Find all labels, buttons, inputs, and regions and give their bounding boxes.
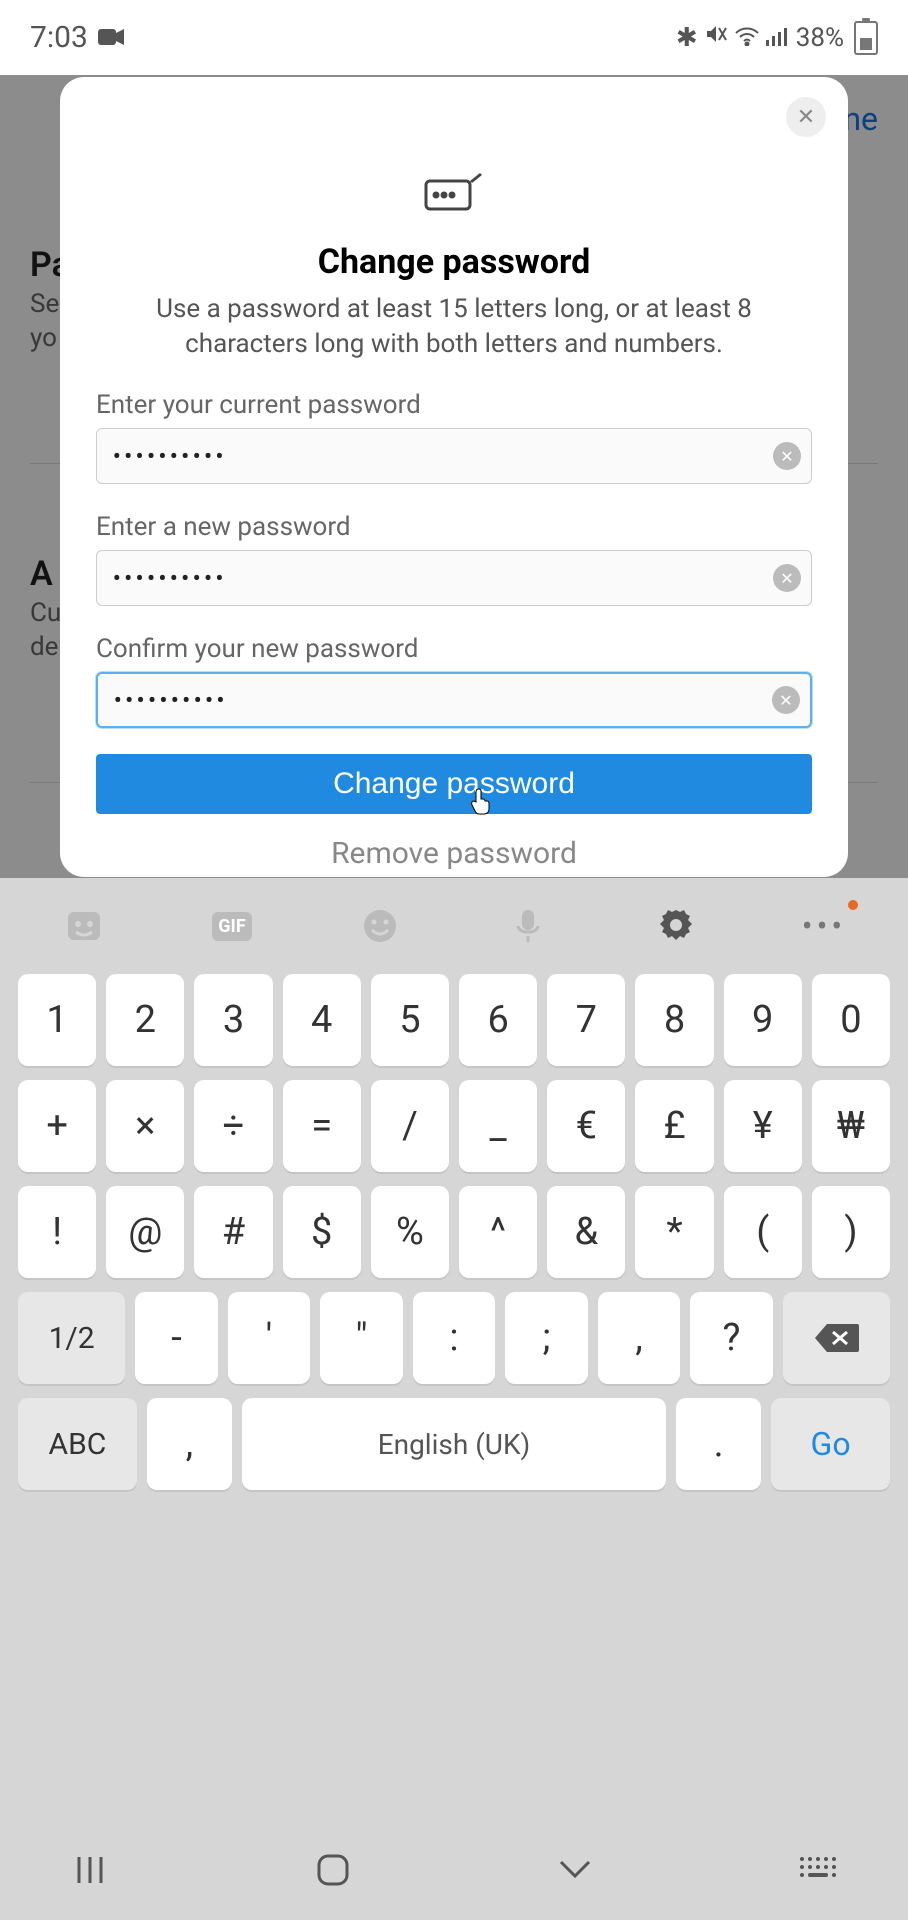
battery-percent: 38% bbox=[796, 23, 844, 53]
mute-icon bbox=[704, 22, 728, 53]
key-6[interactable]: 6 bbox=[459, 974, 537, 1066]
key-equals[interactable]: = bbox=[283, 1080, 361, 1172]
keyboard-row-1: 1 2 3 4 5 6 7 8 9 0 bbox=[18, 974, 890, 1066]
recent-apps-button[interactable] bbox=[60, 1840, 120, 1900]
home-button[interactable] bbox=[303, 1840, 363, 1900]
keyboard-switch-icon[interactable] bbox=[788, 1840, 848, 1900]
key-percent[interactable]: % bbox=[371, 1186, 449, 1278]
confirm-password-field[interactable]: •••••••••• ✕ bbox=[96, 672, 812, 728]
gif-icon[interactable]: GIF bbox=[202, 896, 262, 956]
current-password-value: •••••••••• bbox=[113, 444, 227, 468]
system-nav-bar bbox=[0, 1820, 908, 1920]
keyboard-row-5: ABC , English (UK) . Go bbox=[18, 1398, 890, 1490]
clear-input-icon[interactable]: ✕ bbox=[772, 686, 800, 714]
change-password-button[interactable]: Change password bbox=[96, 754, 812, 814]
more-icon[interactable]: ••• bbox=[794, 896, 854, 956]
key-abc[interactable]: ABC bbox=[18, 1398, 137, 1490]
key-1[interactable]: 1 bbox=[18, 974, 96, 1066]
keyboard-row-4: 1/2 - ' " : ; , ? bbox=[18, 1292, 890, 1384]
confirm-password-value: •••••••••• bbox=[114, 688, 228, 712]
key-underscore[interactable]: _ bbox=[459, 1080, 537, 1172]
key-dash[interactable]: - bbox=[135, 1292, 218, 1384]
key-2[interactable]: 2 bbox=[106, 974, 184, 1066]
key-plus[interactable]: + bbox=[18, 1080, 96, 1172]
change-password-modal: ✕ Change password Use a password at leas… bbox=[60, 77, 848, 877]
wifi-icon bbox=[734, 23, 760, 53]
back-button[interactable] bbox=[545, 1840, 605, 1900]
on-screen-keyboard: GIF ••• 1 2 3 4 5 6 7 8 9 0 + × bbox=[0, 878, 908, 1920]
video-recording-icon bbox=[98, 20, 126, 55]
new-password-value: •••••••••• bbox=[113, 566, 227, 590]
key-divide[interactable]: ÷ bbox=[194, 1080, 272, 1172]
current-password-field[interactable]: •••••••••• ✕ bbox=[96, 428, 812, 484]
gear-icon[interactable] bbox=[646, 896, 706, 956]
key-star[interactable]: * bbox=[635, 1186, 713, 1278]
key-rparen[interactable]: ) bbox=[812, 1186, 890, 1278]
key-go[interactable]: Go bbox=[771, 1398, 890, 1490]
status-bar: 7:03 ✱ 38% bbox=[0, 0, 908, 75]
close-icon[interactable]: ✕ bbox=[786, 97, 826, 137]
key-apostrophe[interactable]: ' bbox=[228, 1292, 311, 1384]
key-space[interactable]: English (UK) bbox=[242, 1398, 666, 1490]
clear-input-icon[interactable]: ✕ bbox=[773, 564, 801, 592]
current-password-label: Enter your current password bbox=[96, 390, 812, 420]
key-won[interactable]: ₩ bbox=[812, 1080, 890, 1172]
keyboard-toolbar: GIF ••• bbox=[0, 878, 908, 974]
key-comma-sym[interactable]: , bbox=[598, 1292, 681, 1384]
key-lparen[interactable]: ( bbox=[724, 1186, 802, 1278]
status-time: 7:03 bbox=[30, 20, 88, 55]
key-colon[interactable]: : bbox=[413, 1292, 496, 1384]
key-4[interactable]: 4 bbox=[283, 974, 361, 1066]
key-exclaim[interactable]: ! bbox=[18, 1186, 96, 1278]
key-slash[interactable]: / bbox=[371, 1080, 449, 1172]
new-password-field[interactable]: •••••••••• ✕ bbox=[96, 550, 812, 606]
key-symbol-page[interactable]: 1/2 bbox=[18, 1292, 125, 1384]
change-password-button-label: Change password bbox=[333, 767, 575, 800]
emoji-icon[interactable] bbox=[350, 896, 410, 956]
key-dollar[interactable]: $ bbox=[283, 1186, 361, 1278]
modal-title: Change password bbox=[96, 242, 812, 282]
key-backspace[interactable] bbox=[783, 1292, 890, 1384]
remove-password-link[interactable]: Remove password bbox=[96, 836, 812, 871]
keyboard-row-2: + × ÷ = / _ € £ ¥ ₩ bbox=[18, 1080, 890, 1172]
clear-input-icon[interactable]: ✕ bbox=[773, 442, 801, 470]
key-period[interactable]: . bbox=[676, 1398, 761, 1490]
key-9[interactable]: 9 bbox=[724, 974, 802, 1066]
key-question[interactable]: ? bbox=[690, 1292, 773, 1384]
keyboard-row-3: ! @ # $ % ^ & * ( ) bbox=[18, 1186, 890, 1278]
key-multiply[interactable]: × bbox=[106, 1080, 184, 1172]
key-comma[interactable]: , bbox=[147, 1398, 232, 1490]
signal-icon bbox=[766, 23, 790, 53]
mic-icon[interactable] bbox=[498, 896, 558, 956]
key-euro[interactable]: € bbox=[547, 1080, 625, 1172]
key-7[interactable]: 7 bbox=[547, 974, 625, 1066]
key-quote[interactable]: " bbox=[320, 1292, 403, 1384]
key-semicolon[interactable]: ; bbox=[505, 1292, 588, 1384]
key-8[interactable]: 8 bbox=[635, 974, 713, 1066]
key-5[interactable]: 5 bbox=[371, 974, 449, 1066]
bluetooth-icon: ✱ bbox=[676, 23, 698, 53]
key-pound[interactable]: £ bbox=[635, 1080, 713, 1172]
key-at[interactable]: @ bbox=[106, 1186, 184, 1278]
key-caret[interactable]: ^ bbox=[459, 1186, 537, 1278]
modal-description: Use a password at least 15 letters long,… bbox=[104, 292, 804, 362]
new-password-label: Enter a new password bbox=[96, 512, 812, 542]
confirm-password-label: Confirm your new password bbox=[96, 634, 812, 664]
key-0[interactable]: 0 bbox=[812, 974, 890, 1066]
password-icon bbox=[96, 163, 812, 224]
battery-icon bbox=[854, 21, 878, 55]
sticker-icon[interactable] bbox=[54, 896, 114, 956]
key-yen[interactable]: ¥ bbox=[724, 1080, 802, 1172]
key-amp[interactable]: & bbox=[547, 1186, 625, 1278]
backspace-icon bbox=[813, 1322, 859, 1354]
key-hash[interactable]: # bbox=[194, 1186, 272, 1278]
key-3[interactable]: 3 bbox=[194, 974, 272, 1066]
